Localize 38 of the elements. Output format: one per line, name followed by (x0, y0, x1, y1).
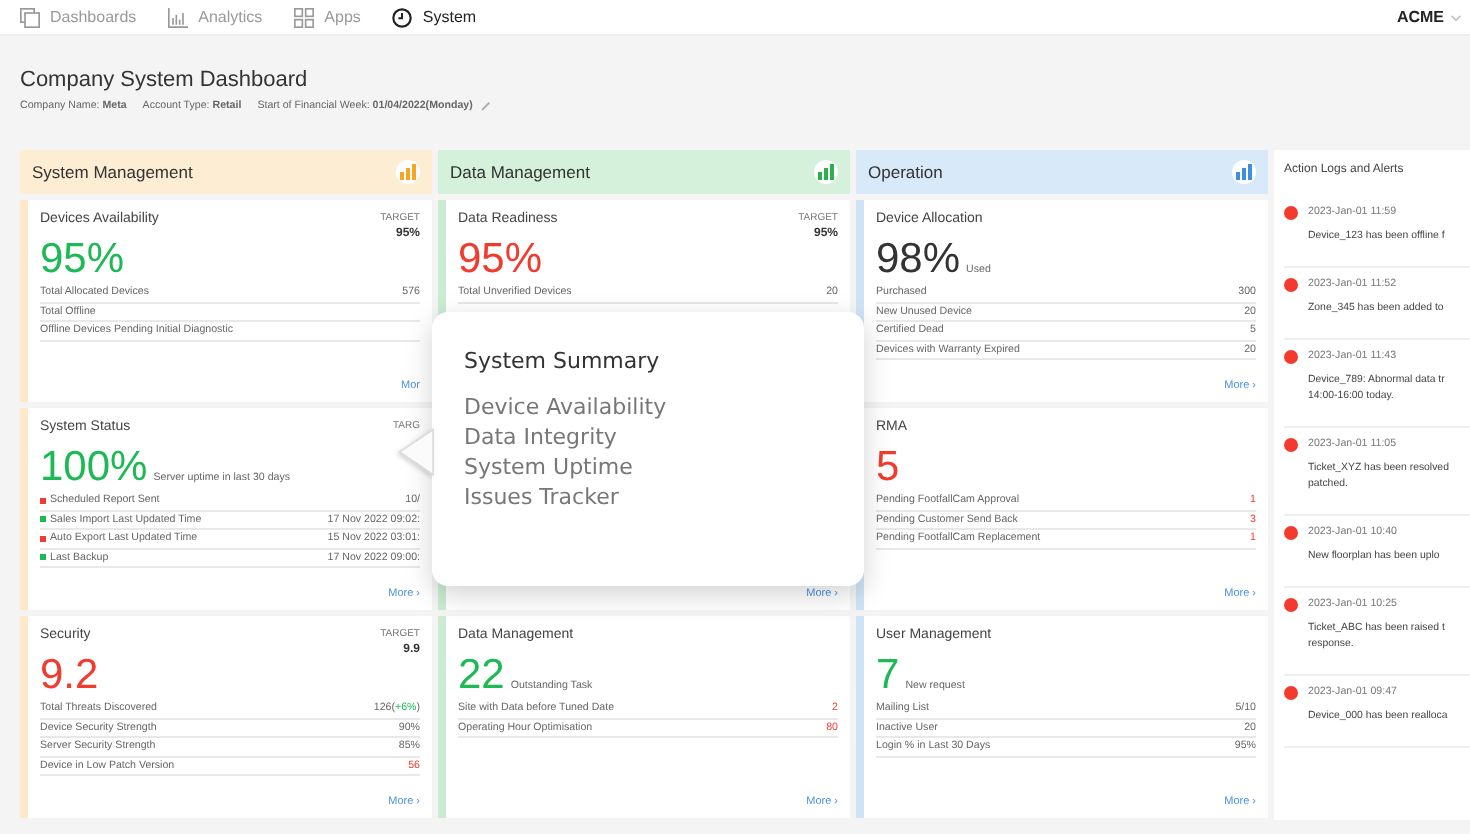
metric-value: 7 (876, 654, 900, 698)
grid-icon (294, 7, 315, 27)
nav-tab[interactable]: Apps (294, 7, 361, 27)
clock-icon (392, 7, 413, 27)
popover-item[interactable]: Data Integrity (464, 424, 617, 450)
alert-dot-icon (1284, 278, 1298, 292)
popover-item[interactable]: Device Availability (464, 394, 667, 420)
alert-dot-icon (1284, 598, 1298, 612)
section-title: Operation (868, 162, 943, 182)
alert-dot-icon (1284, 526, 1298, 540)
bar-chart-icon[interactable] (1232, 160, 1256, 184)
alert-dot-icon (1284, 350, 1298, 364)
alert-dot-icon (1284, 686, 1298, 700)
metric-value: 98% (876, 238, 961, 282)
metric-value: 95% (40, 238, 125, 282)
caret-icon (1450, 13, 1462, 21)
alert-dot-icon (1284, 206, 1298, 220)
metric-value: 95% (458, 238, 543, 282)
bar-chart-icon (168, 7, 189, 27)
account-menu[interactable]: ACME (1396, 8, 1470, 26)
nav-tab[interactable]: Dashboards (20, 7, 137, 27)
pencil-icon[interactable] (480, 100, 493, 112)
section-title: Data Management (450, 162, 590, 182)
popover-item[interactable]: System Uptime (464, 454, 633, 480)
nav-tab[interactable]: Analytics (168, 7, 263, 27)
bar-chart-icon[interactable] (814, 160, 838, 184)
metric-value: 5 (876, 446, 900, 490)
popover-item[interactable]: Issues Tracker (464, 484, 619, 510)
alert-dot-icon (1284, 438, 1298, 452)
nav-tab[interactable]: System (392, 7, 477, 27)
page-title: Company System Dashboard (20, 68, 310, 92)
popover-title: System Summary (464, 348, 660, 374)
bar-chart-icon[interactable] (396, 160, 420, 184)
metric-value: 22 (458, 654, 505, 698)
metric-value: 100% (40, 446, 148, 490)
pages-icon (20, 7, 40, 27)
section-title: System Management (32, 162, 193, 182)
metric-value: 9.2 (40, 654, 99, 698)
